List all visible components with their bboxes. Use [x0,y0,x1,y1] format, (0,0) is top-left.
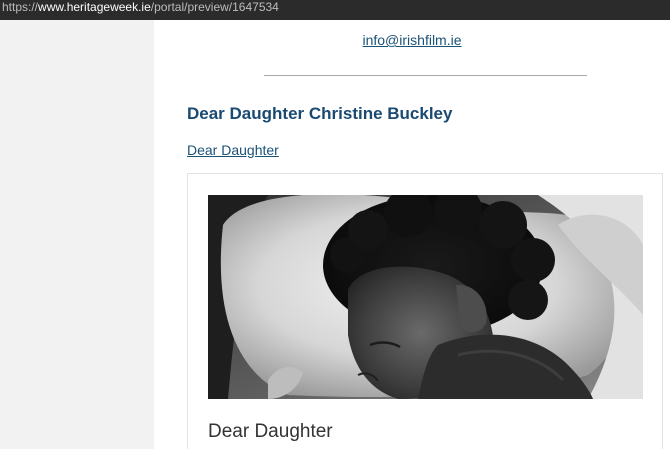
email-link[interactable]: info@irishfilm.ie [154,32,670,48]
url-scheme: https:// [2,0,39,14]
card-title: Dear Daughter [208,421,333,442]
photo-illustration [208,195,643,399]
event-card[interactable]: Dear Daughter [187,173,663,449]
address-bar[interactable]: https://www.heritageweek.ie/portal/previ… [0,0,670,20]
event-photo[interactable] [208,195,643,399]
main-content: info@irishfilm.ie Dear Daughter Christin… [154,20,670,449]
left-sidebar-area [0,20,154,449]
event-link[interactable]: Dear Daughter [187,142,279,158]
url-path: /portal/preview/1647534 [150,0,279,14]
url-host: www.heritageweek.ie [38,0,151,14]
event-title: Dear Daughter Christine Buckley [187,104,453,123]
divider [264,75,587,76]
